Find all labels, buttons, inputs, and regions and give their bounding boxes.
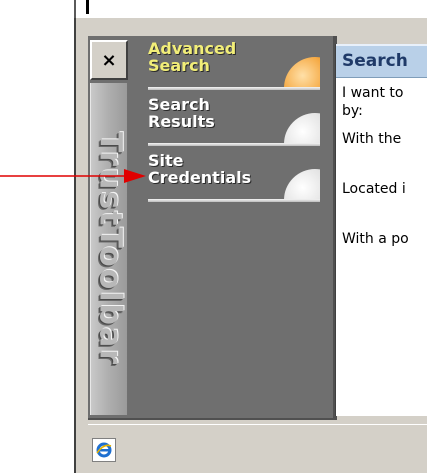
nav-item-site-credentials[interactable]: Site Credentials: [148, 152, 320, 202]
screenshot: × TrustToolbar Advanced Search Search Re…: [0, 0, 427, 473]
intro-text-line: by:: [342, 103, 363, 119]
toolbar-brand-strip: TrustToolbar: [90, 83, 128, 415]
nav-divider: [148, 87, 320, 90]
red-arrow-icon: [0, 169, 146, 183]
criteria-label: Located i: [342, 181, 406, 197]
nav-item-label: Advanced Search: [148, 39, 237, 75]
close-icon: ×: [101, 49, 117, 71]
criteria-label: With a po: [342, 231, 409, 247]
search-panel-title: Search: [336, 44, 427, 78]
text-cursor: [86, 0, 89, 14]
orb-icon: [274, 163, 320, 199]
orb-icon: [274, 107, 320, 143]
nav-item-search-results[interactable]: Search Results: [148, 96, 320, 146]
top-content-pane: [74, 0, 427, 19]
nav-divider: [148, 199, 320, 202]
nav-item-label: Search Results: [148, 95, 215, 131]
nav-item-label: Site Credentials: [148, 151, 252, 187]
intro-text-line: I want to: [342, 85, 404, 101]
nav-divider: [148, 143, 320, 146]
ie-page-icon[interactable]: [92, 438, 116, 462]
status-bar: [88, 424, 427, 461]
nav-item-advanced-search[interactable]: Advanced Search: [148, 40, 320, 90]
close-button[interactable]: ×: [90, 40, 128, 80]
search-panel-body: I want to by: With the Located i With a …: [336, 78, 427, 248]
criteria-label: With the: [342, 131, 402, 147]
search-panel: Search I want to by: With the Located i …: [335, 44, 427, 416]
orb-icon: [274, 51, 320, 87]
